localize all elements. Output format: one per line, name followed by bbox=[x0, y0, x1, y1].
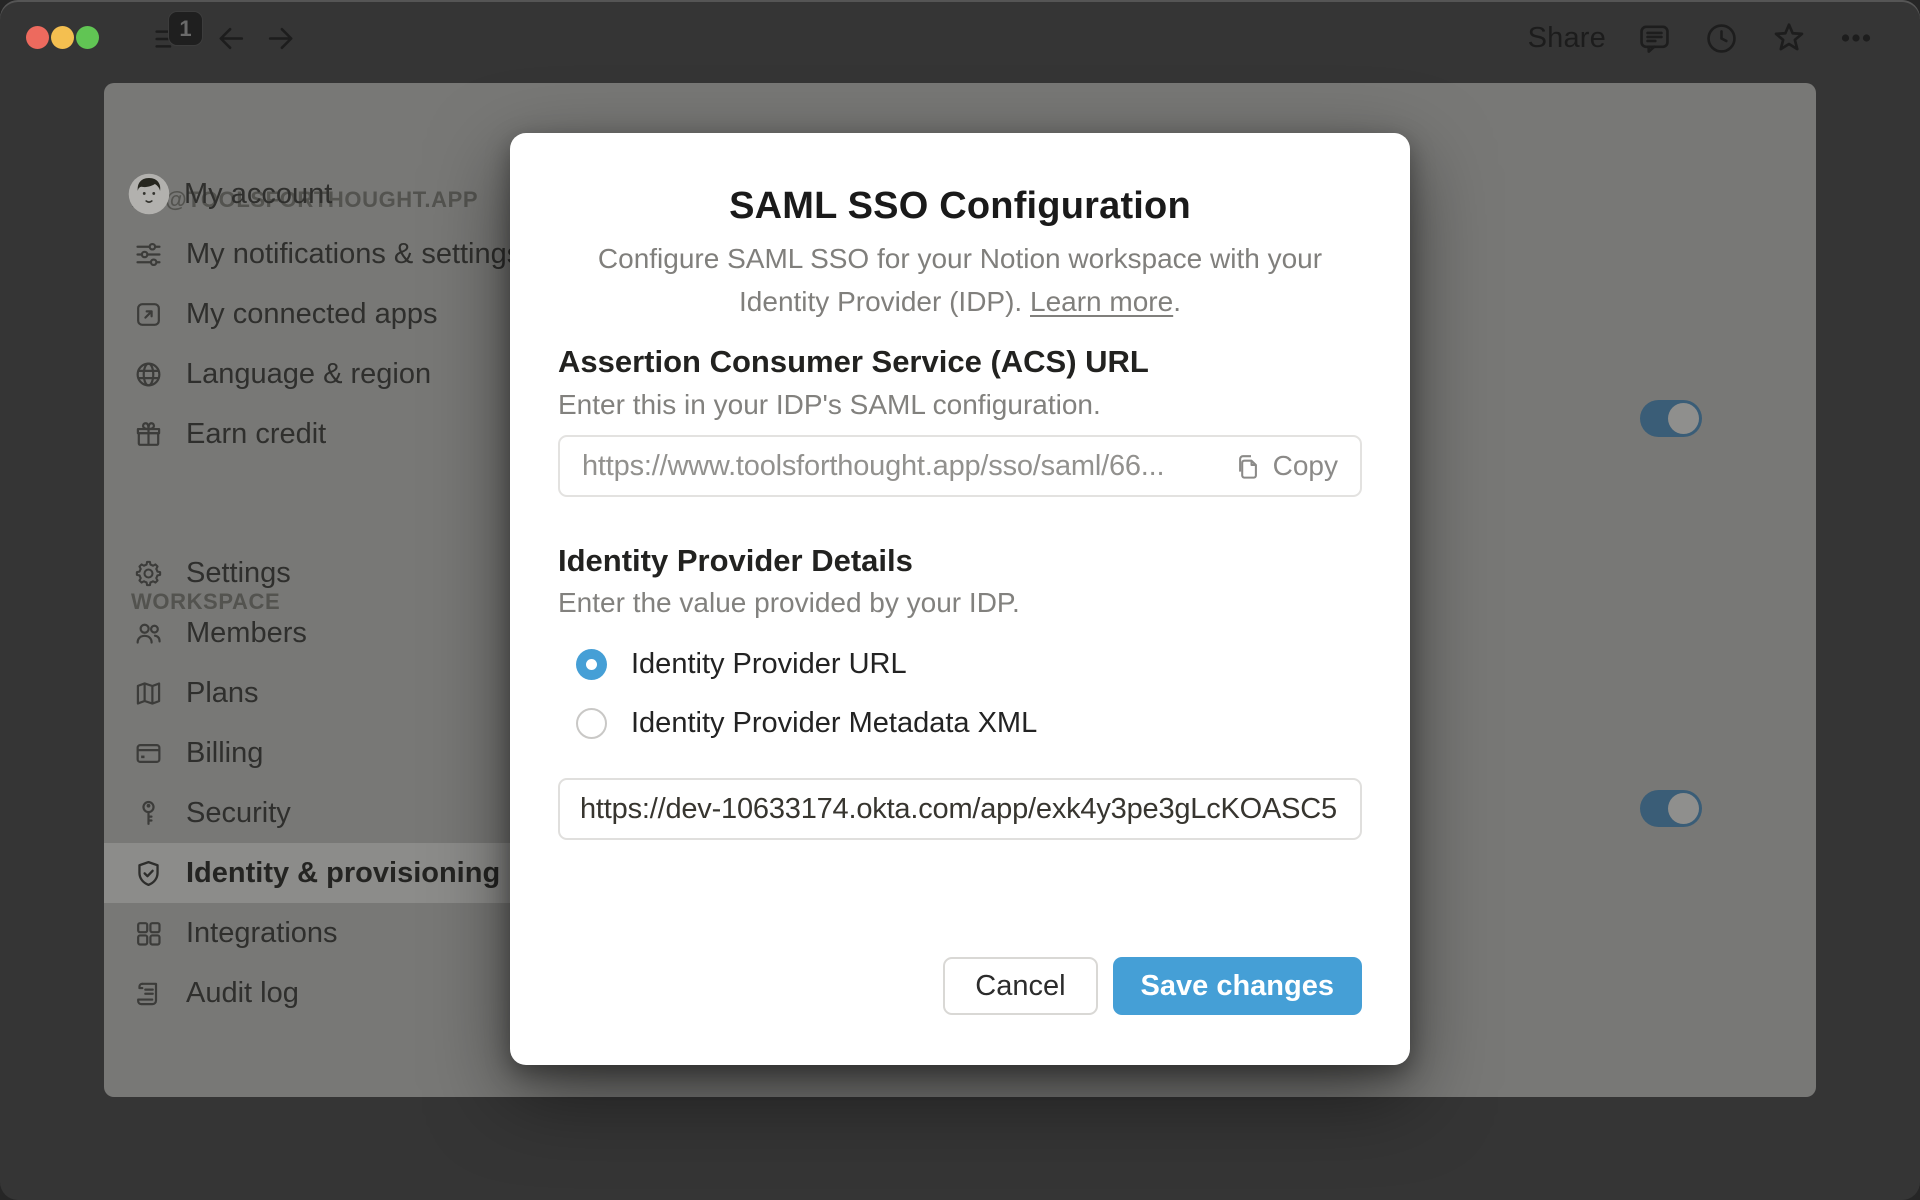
sidebar-item-members[interactable]: Members bbox=[104, 603, 534, 663]
people-icon bbox=[133, 618, 164, 649]
avatar bbox=[128, 173, 170, 215]
idp-url-input[interactable]: https://dev-10633174.okta.com/app/exk4y3… bbox=[558, 778, 1362, 840]
sidebar-item-label: Integrations bbox=[186, 916, 338, 949]
copy-icon bbox=[1238, 454, 1257, 479]
star-icon[interactable] bbox=[1770, 19, 1808, 57]
globe-icon bbox=[133, 359, 164, 390]
sidebar-item-connected-apps[interactable]: My connected apps bbox=[104, 284, 534, 344]
sidebar-item-security[interactable]: Security bbox=[104, 783, 534, 843]
sidebar-item-label: Security bbox=[186, 796, 291, 829]
update-count-badge: 1 bbox=[168, 11, 203, 46]
credit-card-icon bbox=[133, 738, 164, 769]
share-button[interactable]: Share bbox=[1528, 22, 1606, 55]
shield-check-icon bbox=[133, 858, 164, 889]
radio-selected-icon[interactable] bbox=[576, 648, 607, 680]
clock-icon[interactable] bbox=[1703, 20, 1740, 57]
sidebar-item-settings[interactable]: Settings bbox=[104, 543, 534, 603]
sidebar-item-label: Settings bbox=[186, 556, 291, 589]
toggle-knob bbox=[1668, 403, 1699, 434]
sidebar-item-label: My connected apps bbox=[186, 297, 438, 330]
sidebar-item-label: Plans bbox=[186, 676, 259, 709]
sidebar-item-identity-provisioning[interactable]: Identity & provisioning bbox=[104, 843, 534, 903]
map-icon bbox=[133, 678, 164, 709]
sidebar-item-billing[interactable]: Billing bbox=[104, 723, 534, 783]
sidebar-item-notifications-settings[interactable]: My notifications & settings bbox=[104, 224, 534, 284]
acs-url-field: https://www.toolsforthought.app/sso/saml… bbox=[558, 435, 1362, 497]
grid-icon bbox=[133, 918, 164, 949]
scroll-icon bbox=[133, 978, 164, 1009]
arrow-up-right-box-icon bbox=[133, 299, 164, 330]
radio-label: Identity Provider URL bbox=[631, 647, 907, 680]
copy-button[interactable]: Copy bbox=[1216, 450, 1338, 482]
forward-arrow-icon[interactable] bbox=[264, 22, 297, 55]
gear-icon bbox=[133, 558, 164, 589]
key-icon bbox=[133, 798, 164, 829]
sidebar-item-label: My notifications & settings bbox=[186, 237, 522, 270]
sidebar-item-label: Billing bbox=[186, 736, 264, 769]
saml-enabled-toggle[interactable] bbox=[1640, 400, 1702, 437]
sidebar-item-label: Identity & provisioning bbox=[186, 856, 501, 889]
zoom-window-button[interactable] bbox=[76, 26, 99, 49]
copy-label: Copy bbox=[1272, 450, 1338, 481]
window-titlebar: 1 Share bbox=[0, 0, 1920, 76]
sidebar-item-label: My account bbox=[184, 177, 333, 210]
gift-icon bbox=[133, 419, 164, 450]
acs-url-heading: Assertion Consumer Service (ACS) URL bbox=[558, 344, 1149, 379]
sidebar-item-plans[interactable]: Plans bbox=[104, 663, 534, 723]
close-window-button[interactable] bbox=[26, 26, 49, 49]
idp-details-heading: Identity Provider Details bbox=[558, 543, 913, 578]
sidebar-item-earn-credit[interactable]: Earn credit bbox=[104, 404, 534, 464]
radio-unselected-icon[interactable] bbox=[576, 707, 607, 739]
sidebar-item-audit-log[interactable]: Audit log bbox=[104, 963, 534, 1023]
app-window: ME@TOOLSFORTHOUGHT.APP My account My not… bbox=[0, 0, 1920, 1200]
acs-url-helper: Enter this in your IDP's SAML configurat… bbox=[558, 389, 1101, 420]
toggle-knob bbox=[1668, 793, 1699, 824]
sidebar-item-label: Language & region bbox=[186, 357, 432, 390]
radio-label: Identity Provider Metadata XML bbox=[631, 706, 1038, 739]
minimize-window-button[interactable] bbox=[51, 26, 74, 49]
sidebar-item-my-account[interactable]: My account bbox=[104, 164, 534, 224]
idp-details-helper: Enter the value provided by your IDP. bbox=[558, 587, 1020, 618]
sidebar-item-integrations[interactable]: Integrations bbox=[104, 903, 534, 963]
ellipsis-icon[interactable] bbox=[1838, 20, 1874, 56]
sidebar-item-label: Audit log bbox=[186, 976, 299, 1009]
saml-sso-configuration-dialog: SAML SSO Configuration Configure SAML SS… bbox=[510, 133, 1410, 1065]
sidebar-item-label: Earn credit bbox=[186, 417, 327, 450]
back-arrow-icon[interactable] bbox=[215, 22, 248, 55]
idp-url-value: https://dev-10633174.okta.com/app/exk4y3… bbox=[580, 792, 1337, 825]
sidebar-item-label: Members bbox=[186, 616, 307, 649]
acs-url-value: https://www.toolsforthought.app/sso/saml… bbox=[582, 449, 1165, 482]
dialog-title: SAML SSO Configuration bbox=[729, 185, 1191, 227]
radio-identity-provider-metadata-xml[interactable]: Identity Provider Metadata XML bbox=[576, 703, 1037, 743]
cancel-button[interactable]: Cancel bbox=[943, 957, 1098, 1015]
learn-more-link[interactable]: Learn more bbox=[1030, 286, 1173, 317]
sidebar-item-language-region[interactable]: Language & region bbox=[104, 344, 534, 404]
subtitle-suffix: . bbox=[1173, 286, 1181, 317]
comment-icon[interactable] bbox=[1636, 20, 1673, 57]
scim-enabled-toggle[interactable] bbox=[1640, 790, 1702, 827]
dialog-subtitle: Configure SAML SSO for your Notion works… bbox=[580, 237, 1340, 323]
subtitle-text: Configure SAML SSO for your Notion works… bbox=[597, 243, 1323, 317]
save-changes-button[interactable]: Save changes bbox=[1112, 957, 1362, 1015]
sliders-icon bbox=[133, 239, 164, 270]
radio-identity-provider-url[interactable]: Identity Provider URL bbox=[576, 644, 907, 684]
